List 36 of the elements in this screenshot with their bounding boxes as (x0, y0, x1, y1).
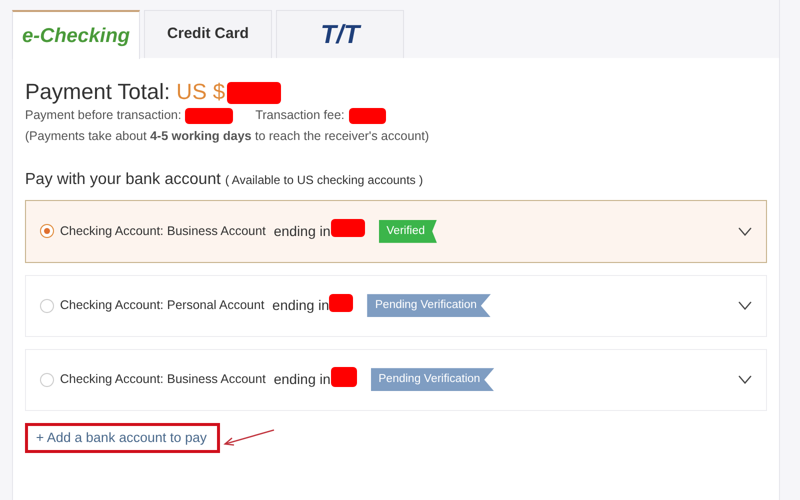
chevron-down-icon[interactable] (738, 226, 752, 236)
ending-label: ending in (274, 222, 331, 241)
chevron-down-icon[interactable] (738, 301, 752, 310)
total-label: Payment Total: (25, 79, 170, 104)
account-option[interactable]: Checking Account: Business Account ending in Verified (25, 200, 767, 263)
account-name: Checking Account: Business Account (60, 222, 266, 240)
redaction-mark (227, 82, 282, 104)
payment-note: (Payments take about 4-5 working days to reach the receiver's account) (25, 128, 430, 145)
section-title: Pay with your bank account (25, 170, 221, 188)
radio-button[interactable] (40, 224, 54, 238)
redaction-mark (348, 108, 386, 124)
tab[interactable]: e-Checking (12, 10, 140, 59)
tab[interactable]: Credit Card (144, 10, 272, 58)
radio-button[interactable] (40, 298, 54, 313)
redaction-mark (329, 294, 354, 312)
ending-label: ending in (274, 370, 331, 390)
redaction-mark (330, 366, 357, 387)
account-name: Checking Account: Business Account (60, 371, 266, 388)
add-bank-account-link[interactable]: + Add a bank account to pay (36, 430, 207, 445)
ending-label: ending in (272, 296, 330, 316)
arrow-annotation (222, 428, 276, 448)
tab[interactable]: T/T (276, 10, 404, 58)
payment-before-label: Payment before transaction: (25, 107, 182, 124)
status-tag: Verified (378, 220, 437, 243)
chevron-down-icon[interactable] (738, 375, 752, 384)
status-tag: Pending Verification (367, 294, 491, 318)
account-name: Checking Account: Personal Account (60, 297, 264, 314)
total-amount: US $ (176, 79, 226, 104)
fee-label: Transaction fee: (255, 107, 345, 124)
status-tag: Pending Verification (370, 368, 494, 392)
redaction-mark (185, 108, 234, 124)
account-option[interactable]: Checking Account: Business Account ending in Pending Verification (25, 348, 767, 411)
redaction-mark (330, 219, 365, 238)
account-option[interactable]: Checking Account: Personal Account ending in Pending Verification (25, 274, 767, 337)
radio-button[interactable] (40, 372, 54, 387)
section-subtitle: ( Available to US checking accounts ) (225, 172, 424, 187)
